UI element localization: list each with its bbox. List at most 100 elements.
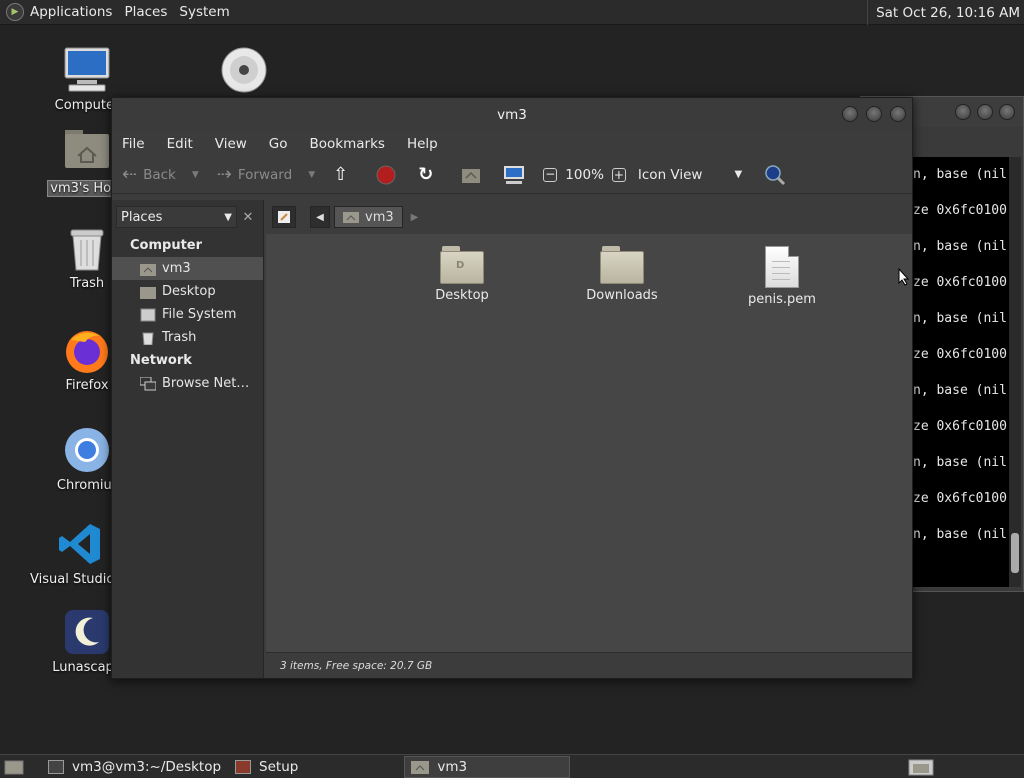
path-scroll-left-button[interactable]: ◀ [310, 206, 330, 228]
menu-go[interactable]: Go [269, 136, 288, 152]
home-button[interactable] [461, 166, 481, 184]
file-item-penis-pem[interactable]: penis.pem [722, 246, 842, 307]
search-icon [765, 164, 786, 185]
places-menu-label: Places [124, 4, 168, 20]
sidebar-selector-label: Places [121, 209, 163, 225]
taskbar-item-label: Setup [259, 758, 299, 775]
menu-bookmarks[interactable]: Bookmarks [310, 136, 385, 152]
path-segment-vm3[interactable]: vm3 [334, 206, 403, 228]
close-button[interactable] [999, 104, 1015, 120]
file-name: Desktop [435, 288, 489, 303]
file-item-desktop[interactable]: D Desktop [402, 246, 522, 303]
taskbar-item-label: vm3 [437, 758, 468, 775]
view-mode-select[interactable]: Icon View ▼ [638, 167, 742, 183]
menu-view[interactable]: View [215, 136, 247, 152]
close-sidebar-button[interactable]: ✕ [237, 210, 259, 225]
file-item-downloads[interactable]: Downloads [562, 246, 682, 303]
applications-menu[interactable]: ▶ Applications [0, 0, 118, 25]
taskbar-item-setup[interactable]: Setup [229, 756, 304, 778]
home-folder-icon [63, 128, 111, 176]
close-button[interactable] [890, 106, 906, 122]
minimize-button[interactable] [955, 104, 971, 120]
search-button[interactable] [764, 164, 786, 186]
file-manager-window: vm3 File Edit View Go Bookmarks Help ⇠ B… [111, 97, 913, 679]
sidebar-item-desktop[interactable]: Desktop [112, 280, 263, 303]
chromium-icon [63, 426, 111, 474]
zoom-out-button[interactable]: − [543, 167, 558, 182]
forward-button[interactable]: ⇢ Forward ▼ [217, 164, 315, 185]
terminal-line: ze 0x6fc0100 [913, 275, 1007, 290]
show-desktop-icon [4, 760, 24, 774]
network-icon [140, 376, 156, 390]
zoom-in-icon: + [611, 167, 626, 182]
maximize-button[interactable] [866, 106, 882, 122]
sidebar-item-label: File System [162, 307, 237, 322]
reload-icon: ↻ [418, 164, 434, 185]
terminal-line: ze 0x6fc0100 [913, 419, 1007, 434]
zoom-level[interactable]: 100% [565, 167, 604, 183]
folder-icon [600, 246, 644, 284]
drive-icon [140, 308, 156, 321]
maximize-button[interactable] [977, 104, 993, 120]
cd-icon [220, 46, 268, 94]
chevron-down-icon: ▼ [734, 169, 743, 180]
minimize-button[interactable] [842, 106, 858, 122]
zoom-in-button[interactable]: + [611, 167, 626, 182]
menu-help[interactable]: Help [407, 136, 438, 152]
sidebar-item-label: Browse Net… [162, 376, 250, 391]
firefox-icon [63, 326, 111, 374]
terminal-line: ze 0x6fc0100 [913, 347, 1007, 362]
home-icon [140, 263, 156, 276]
window-titlebar[interactable]: vm3 [112, 98, 912, 132]
computer-button[interactable] [503, 165, 525, 185]
back-history-dropdown-icon[interactable]: ▼ [192, 170, 199, 180]
terminal-scrollbar[interactable] [1009, 157, 1021, 587]
file-view[interactable]: ◀ vm3 ▶ D Desktop Downloads penis.pem 3 … [266, 200, 912, 678]
taskbar-item-vm3[interactable]: vm3 [404, 755, 571, 778]
taskbar-item-terminal[interactable]: vm3@vm3:~/Desktop [42, 756, 227, 778]
forward-history-dropdown-icon[interactable]: ▼ [308, 170, 315, 180]
reload-button[interactable]: ↻ [418, 164, 439, 185]
edit-location-button[interactable] [272, 206, 296, 228]
distro-logo-icon: ▶ [6, 3, 24, 21]
computer-icon [63, 46, 111, 94]
path-scroll-right-button[interactable]: ▶ [411, 212, 419, 223]
workspace-switcher[interactable] [902, 756, 940, 778]
bottom-panel: vm3@vm3:~/Desktop Setup vm3 [0, 754, 1024, 778]
terminal-line: n, base (nil [913, 167, 1007, 182]
menu-edit[interactable]: Edit [167, 136, 193, 152]
file-name: Downloads [586, 288, 658, 303]
terminal-line: n, base (nil [913, 383, 1007, 398]
system-menu[interactable]: System [173, 0, 235, 25]
sidebar-item-label: Trash [162, 330, 197, 345]
up-button[interactable]: ⇧ [333, 164, 354, 185]
back-button[interactable]: ⇠ Back ▼ [122, 164, 199, 185]
lunascape-icon [63, 608, 111, 656]
edit-icon [278, 211, 290, 223]
sidebar-item-file-system[interactable]: File System [112, 303, 263, 326]
sidebar-places-selector[interactable]: Places ▼ [116, 206, 237, 228]
terminal-line: n, base (nil [913, 311, 1007, 326]
path-bar: ◀ vm3 ▶ [266, 200, 912, 234]
system-menu-label: System [179, 4, 230, 20]
mouse-cursor-icon [898, 268, 910, 286]
menu-file[interactable]: File [122, 136, 145, 152]
back-arrow-icon: ⇠ [122, 164, 138, 185]
terminal-output[interactable]: n, base (nil ze 0x6fc0100 n, base (nil z… [913, 157, 1009, 587]
sidebar-section-network: Network [130, 353, 192, 368]
stop-button[interactable] [376, 165, 396, 185]
desktop-icon-disc[interactable] [220, 46, 268, 98]
sidebar-item-browse-network[interactable]: Browse Net… [112, 372, 263, 395]
top-panel: ▶ Applications Places System Sat Oct 26,… [0, 0, 1024, 25]
sidebar-item-trash[interactable]: Trash [112, 326, 263, 349]
clock[interactable]: Sat Oct 26, 10:16 AM [867, 0, 1020, 25]
view-mode-label: Icon View [637, 166, 703, 183]
sidebar-section-computer: Computer [130, 238, 203, 253]
sidebar-item-vm3[interactable]: vm3 [112, 257, 263, 280]
terminal-line: n, base (nil [913, 239, 1007, 254]
places-menu[interactable]: Places [118, 0, 173, 25]
show-desktop-button[interactable] [2, 756, 30, 778]
status-bar: 3 items, Free space: 20.7 GB [266, 652, 912, 678]
trash-icon [67, 228, 107, 272]
scrollbar-thumb[interactable] [1011, 533, 1019, 573]
